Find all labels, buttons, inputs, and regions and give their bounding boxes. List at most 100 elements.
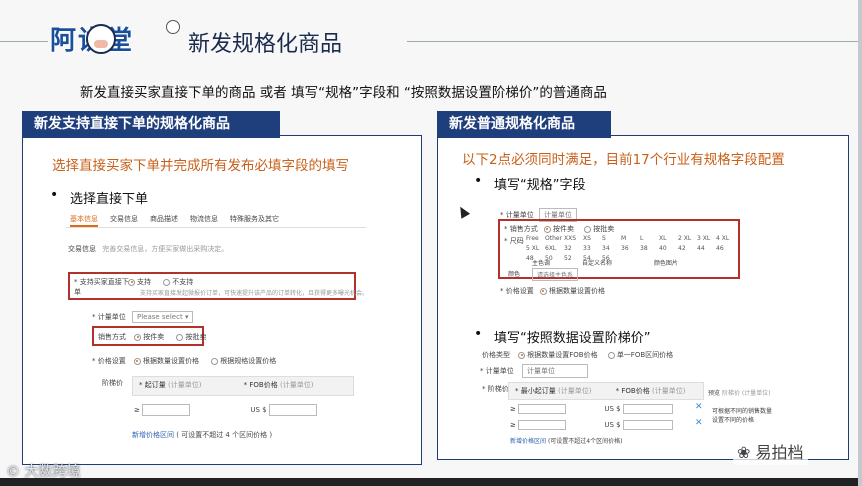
size-option[interactable]: Other [545,235,564,242]
spec-radio-piece[interactable] [543,225,551,233]
size-option[interactable]: 46 [716,245,735,252]
watermark-right-text: 易拍档 [755,443,804,462]
tier2-price-input[interactable] [622,420,673,430]
tier-price-label: 阶梯价 [102,379,123,387]
size-option[interactable]: XXS [564,235,583,242]
price-setting-label: * 价格设置 [92,357,126,365]
radio-price-by-qty[interactable] [133,357,141,365]
tier1-currency: US $ [604,405,621,413]
radio-price-by-spec[interactable] [211,357,219,365]
tier-unit-label: * 计量单位 [480,367,514,375]
tab-basic-info[interactable]: 基本信息 [70,210,98,227]
spec-piece-label: 按件卖 [552,225,574,233]
spec-price-qty-label: 根据数量设置价格 [548,287,605,295]
spec-price-label: * 价格设置 [500,287,534,295]
size-option[interactable]: 38 [640,245,659,252]
color-select[interactable]: 请选择主色系 [531,268,578,281]
ge-sign: ≥ [134,406,140,414]
wechat-icon: ❀ [737,443,756,462]
tier-row-1: ≥ US $ [510,404,673,414]
size-option[interactable]: S [602,235,621,242]
spec-sale-row: * 销售方式 按件卖 按批卖 [504,224,614,234]
single-fob-label: 单一FOB区间价格 [616,351,674,359]
right-bullet-spec: 填写“规格”字段 [474,173,586,193]
add-tier-hint-right: (可设置不超过4个区间价格) [547,438,623,445]
radio-by-batch[interactable] [176,333,184,341]
unit-row: * 计量单位 Please select ▾ [92,311,194,323]
tier-unit-row: * 计量单位 计量单位 [480,364,588,378]
size-option[interactable]: 3 XL [697,235,716,242]
title-divider-left [0,41,48,42]
add-tier-link-right[interactable]: 新增价格区间 [510,438,546,445]
color-label: 颜色 [508,271,521,278]
left-panel-tab: 新发支持直接下单的规格化商品 [22,111,280,138]
size-option[interactable]: XS [583,235,602,242]
tab-trade-info[interactable]: 交易信息 [110,210,138,227]
col-fob-right: * FOB价格 [615,387,650,395]
right-panel-note: 以下2点必须同时满足，目前17个行业有规格字段配置 [462,152,785,168]
tab-special-services[interactable]: 特殊服务及其它 [230,210,279,227]
min-order-input[interactable] [142,404,191,416]
size-option[interactable]: XL [659,235,678,242]
add-tier-row: 新增价格区间 ( 可设置不超过 4 个区间价格 ) [132,430,272,440]
tier-table-header-right: * 最小起订量 (计量单位) * FOB价格 (计量单位) [508,382,704,400]
tier1-min-input[interactable] [518,404,567,414]
radio-single-fob[interactable] [607,351,615,359]
tier-unit-select[interactable]: 计量单位 [521,364,588,378]
tab-logistics[interactable]: 物流信息 [190,210,218,227]
right-edge-strip [858,0,862,486]
remove-tier1-icon[interactable]: ✕ [695,402,703,412]
remove-tier2-icon[interactable]: ✕ [695,418,703,428]
size-option[interactable]: 42 [678,245,697,252]
preview-text: 可根据不同的销售数量设置不同的价格 [712,408,773,424]
left-form-screenshot: 基本信息 交易信息 商品描述 物流信息 特殊服务及其它 交易信息 完善交易信息，… [66,210,368,444]
preview-hint: 阶梯价 (计量单位) [721,390,771,397]
col-min-order-right: * 最小起订量 [515,387,556,395]
video-control-bar [0,478,862,486]
tab-description[interactable]: 商品描述 [150,210,178,227]
radio-by-piece[interactable] [134,333,142,341]
spec-radio-price-qty[interactable] [539,287,547,295]
spec-radio-batch[interactable] [584,225,592,233]
registered-badge-icon [166,20,180,34]
size-option[interactable]: 44 [697,245,716,252]
tier2-currency: US $ [604,421,621,429]
sale-method-label: 销售方式 [98,333,126,341]
price-by-spec-label: 根据规格设置价格 [220,357,277,365]
fob-price-input[interactable] [268,404,317,416]
price-type-row: 价格类型 根据数量设置FOB价格 单一FOB区间价格 [482,350,673,360]
title-divider-right [407,41,862,42]
tier1-price-input[interactable] [622,404,673,414]
size-option[interactable]: 6XL [545,245,564,252]
sale-method-row: 销售方式 按件卖 按批卖 [98,332,206,342]
size-option[interactable]: L [640,235,659,242]
size-option[interactable]: 40 [659,245,678,252]
size-option[interactable]: 5 XL [526,245,545,252]
logo: 阿讲堂 [50,20,182,62]
spec-batch-label: 按批卖 [593,225,615,233]
color-image-col: 颜色图片 [653,260,678,267]
support-label: 支持 [137,278,151,286]
unit-select[interactable]: Please select ▾ [131,311,194,323]
spec-size-label: * 尺码 [504,237,524,245]
preview-label: 预览 [708,390,721,397]
size-option[interactable]: 36 [621,245,640,252]
size-option[interactable]: Free [526,235,545,242]
tier2-min-input[interactable] [518,420,567,430]
radio-fob-by-qty[interactable] [518,351,526,359]
size-option[interactable]: 33 [583,245,602,252]
size-option[interactable]: 32 [564,245,583,252]
color-placeholder: 请选择主色系 [536,272,573,279]
size-option[interactable]: 4 XL [716,235,735,242]
spec-price-row: * 价格设置 根据数量设置价格 [500,286,605,296]
tier-label-right: * 阶梯价 [482,385,509,393]
radio-support[interactable] [128,278,135,286]
size-option[interactable]: 34 [602,245,621,252]
size-option[interactable]: 2 XL [678,235,697,242]
price-setting-row: * 价格设置 根据数量设置价格 根据规格设置价格 [92,356,276,366]
add-tier-link[interactable]: 新增价格区间 [132,431,174,439]
col-fob-hint: (计量单位) [279,381,314,389]
radio-not-support[interactable] [163,278,171,286]
fob-by-qty-label: 根据数量设置FOB价格 [527,351,598,359]
size-option[interactable]: M [621,235,640,242]
